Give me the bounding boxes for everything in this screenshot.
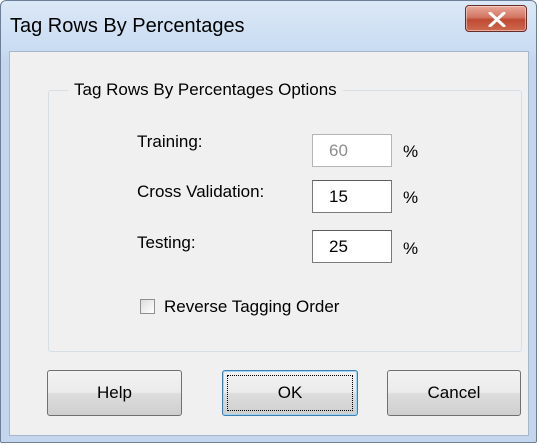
cross-validation-percent-label: % — [403, 188, 419, 207]
testing-field[interactable] — [312, 230, 392, 263]
training-field — [312, 134, 392, 167]
reverse-order-label[interactable]: Reverse Tagging Order — [164, 297, 339, 317]
title-bar[interactable]: Tag Rows By Percentages — [1, 1, 536, 51]
testing-percent-label: % — [403, 239, 419, 258]
help-button-label: Help — [97, 383, 132, 402]
cross-validation-field[interactable] — [312, 180, 392, 213]
training-percent-label: % — [403, 142, 419, 161]
cancel-button[interactable]: Cancel — [387, 370, 521, 416]
options-group-title: Tag Rows By Percentages Options — [68, 80, 343, 100]
close-x-icon — [488, 12, 506, 27]
ok-button-label: OK — [277, 383, 303, 402]
help-button[interactable]: Help — [47, 370, 182, 416]
cross-validation-label: Cross Validation: — [137, 182, 265, 201]
ok-button[interactable]: OK — [222, 370, 358, 416]
dialog-body: Tag Rows By Percentages Options Training… — [9, 51, 529, 436]
dialog-window: Tag Rows By Percentages Tag Rows By Perc… — [0, 0, 537, 443]
testing-label: Testing: — [137, 233, 196, 252]
cancel-button-label: Cancel — [427, 383, 481, 402]
close-button[interactable] — [465, 5, 527, 32]
training-label: Training: — [137, 132, 203, 151]
reverse-order-checkbox[interactable] — [140, 299, 155, 314]
window-title: Tag Rows By Percentages — [10, 15, 245, 37]
